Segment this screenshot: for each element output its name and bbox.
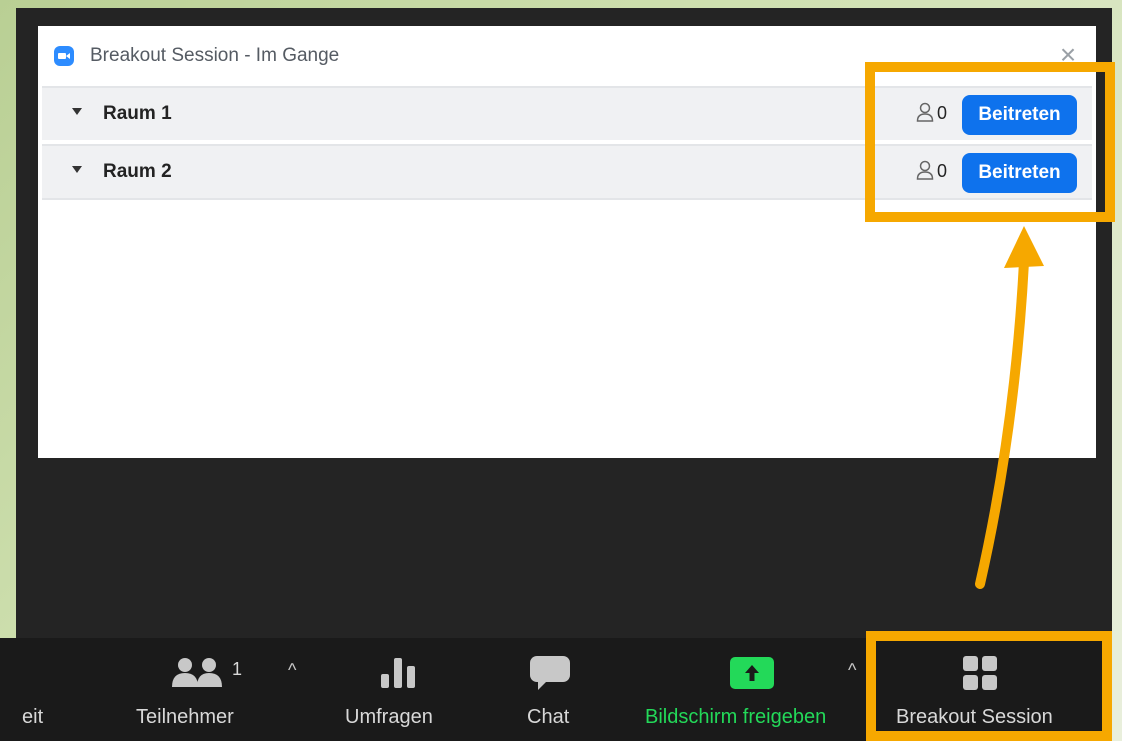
annotation-arrow-icon [975, 226, 1044, 589]
